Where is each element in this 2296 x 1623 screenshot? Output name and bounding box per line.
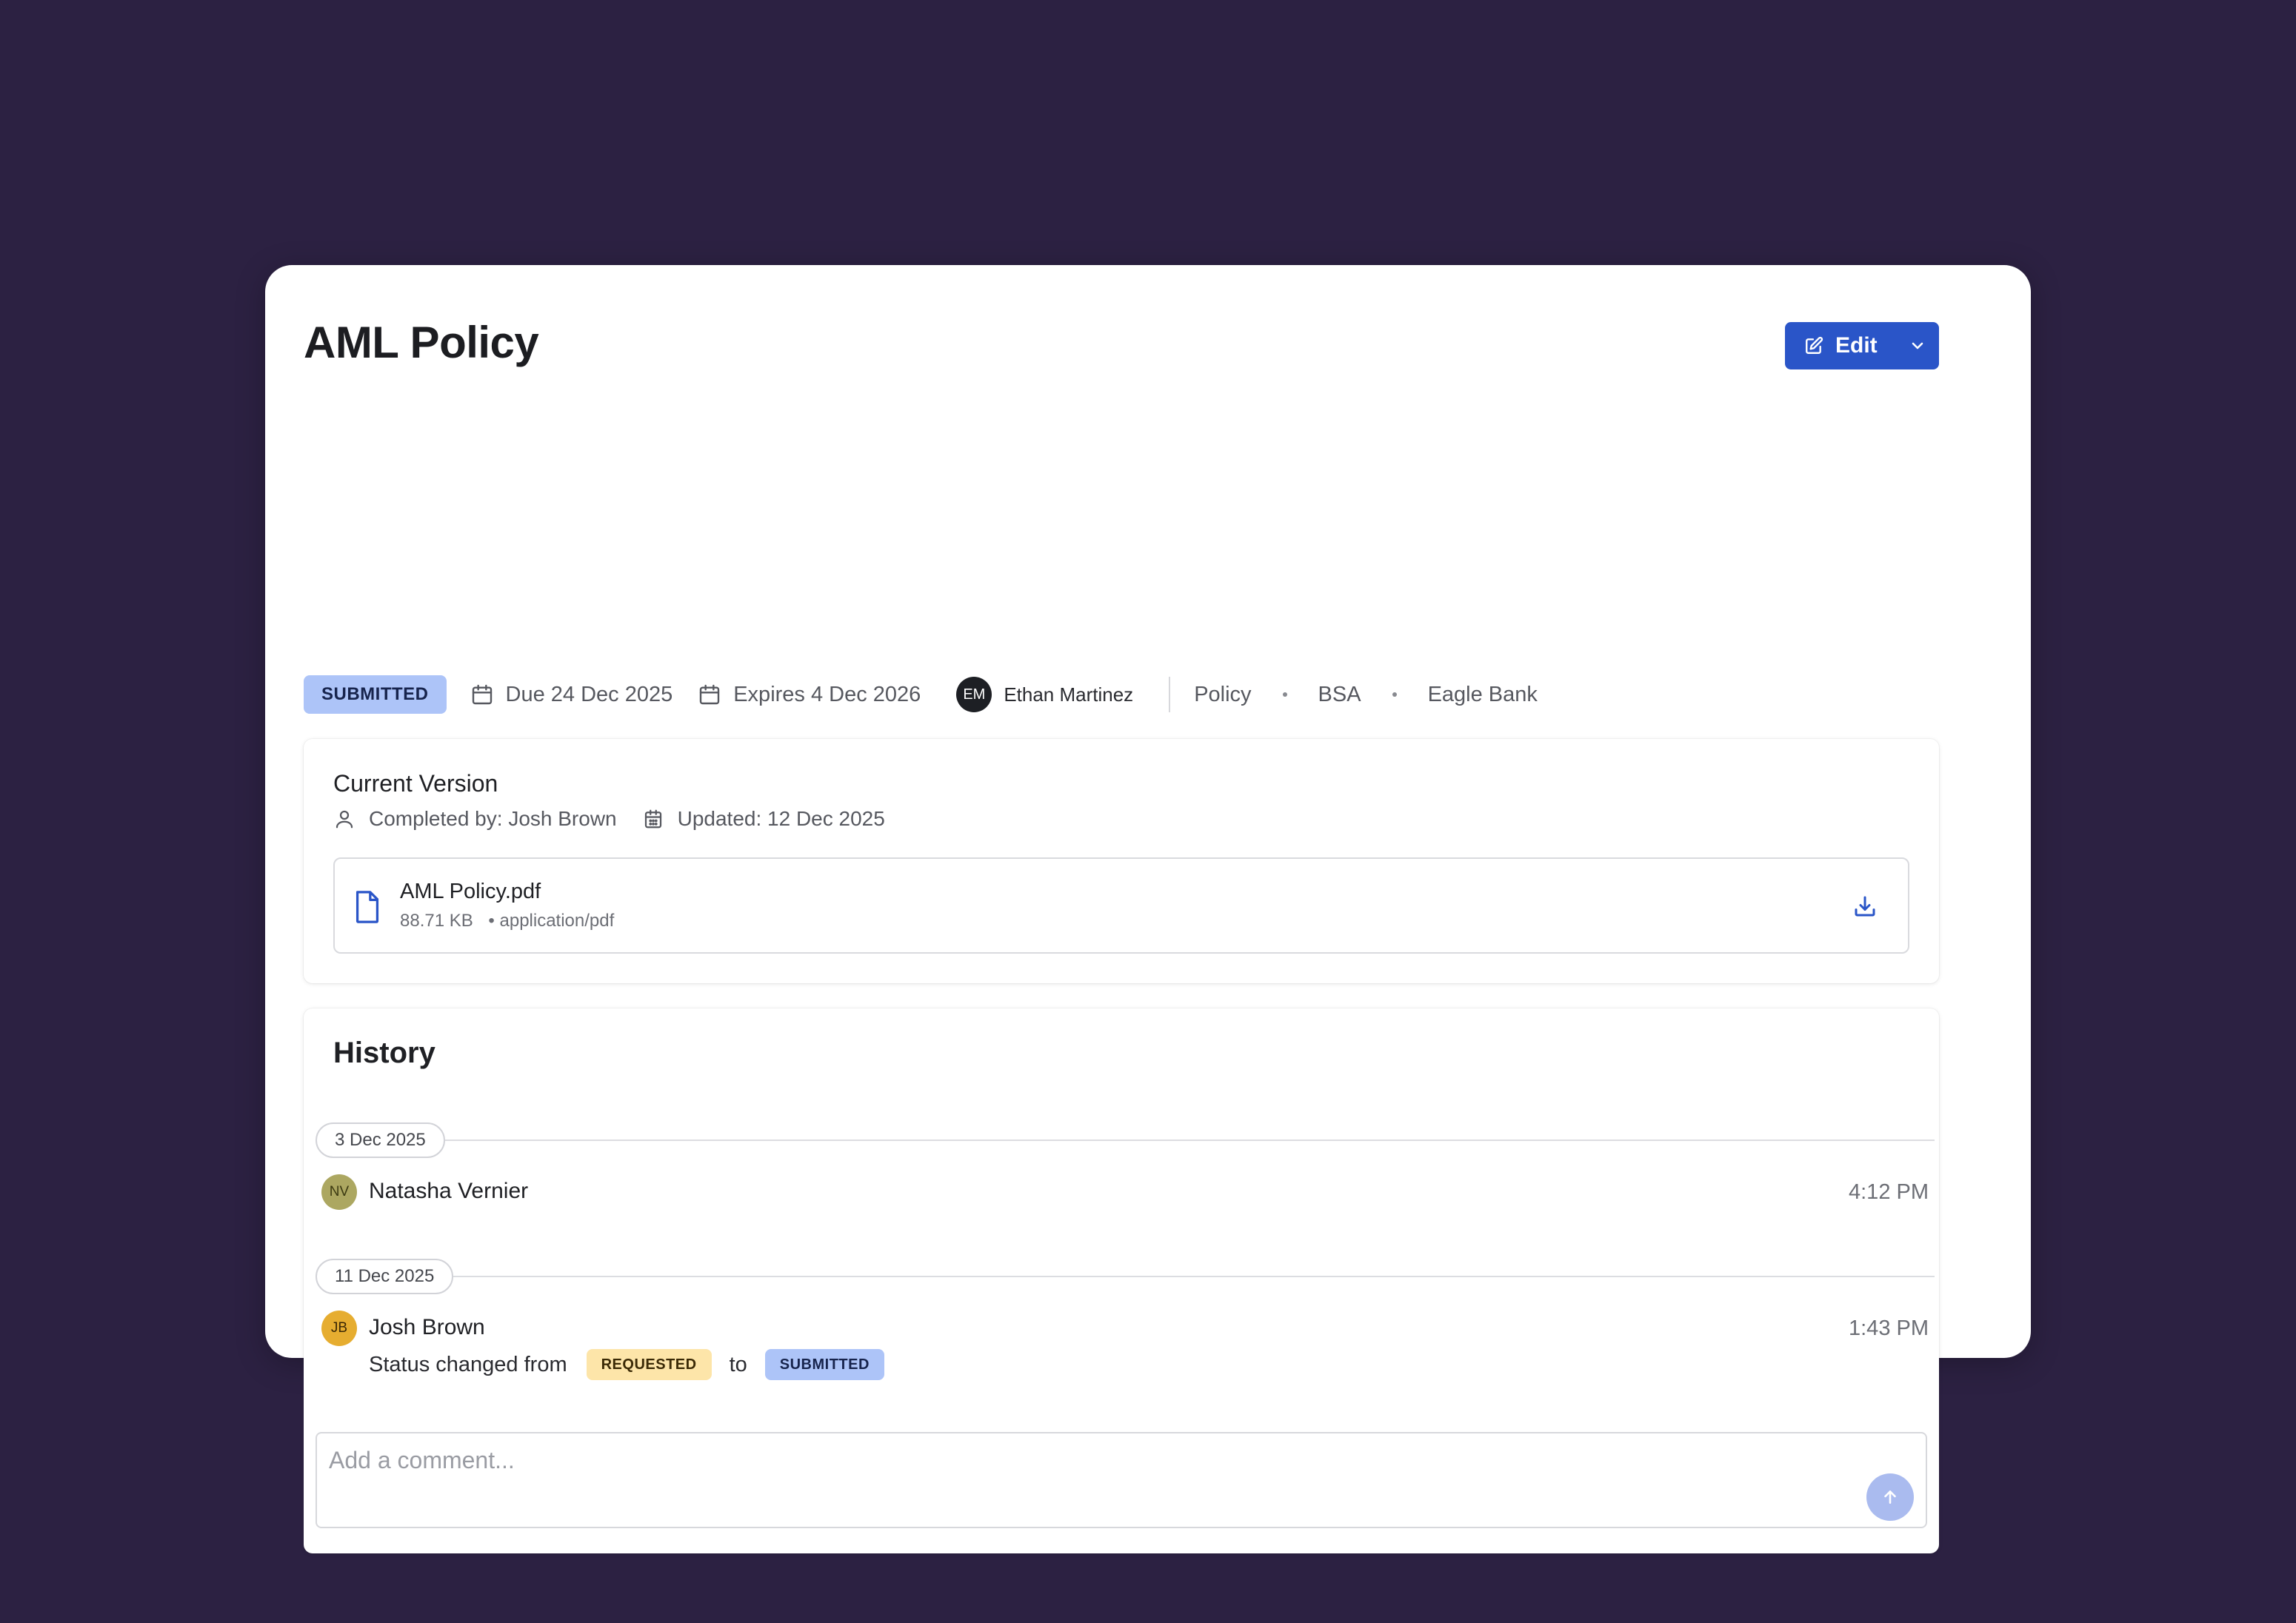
meta-row: SUBMITTED Due 24 Dec 2025 Expires 4 Dec … [304, 675, 1538, 714]
file-details: 88.71 KB • application/pdf [400, 911, 614, 931]
tag-category: Policy [1194, 682, 1252, 706]
page-title: AML Policy [304, 318, 539, 367]
divider [1169, 677, 1171, 712]
date-separator-line [316, 1276, 1935, 1277]
avatar: NV [321, 1174, 357, 1210]
status-badge-from: REQUESTED [586, 1349, 712, 1380]
due-date: Due 24 Dec 2025 [470, 683, 673, 707]
entry-time: 1:43 PM [1849, 1316, 1929, 1340]
completed-by: Completed by: Josh Brown [369, 807, 617, 830]
calendar-icon [472, 684, 492, 705]
edit-icon [1806, 336, 1823, 354]
separator-dot [1282, 692, 1287, 697]
entry-author: Josh Brown [369, 1315, 485, 1339]
entry-time: 4:12 PM [1849, 1180, 1929, 1204]
history-title: History [333, 1037, 435, 1069]
owner-name: Ethan Martinez [1004, 683, 1134, 706]
file-attachment[interactable]: AML Policy.pdf 88.71 KB • application/pd… [333, 857, 1909, 954]
comment-input[interactable] [329, 1444, 1810, 1476]
date-separator-line [316, 1140, 1935, 1141]
avatar: EM [956, 677, 992, 712]
entry-author: Natasha Vernier [369, 1179, 529, 1203]
file-name: AML Policy.pdf [400, 880, 541, 903]
expiry-date-text: Expires 4 Dec 2026 [733, 682, 921, 706]
separator-dot [1392, 692, 1397, 697]
status-change-prefix: Status changed from [369, 1352, 567, 1376]
file-type: • application/pdf [488, 911, 615, 931]
file-size: 88.71 KB [400, 911, 473, 931]
file-icon [356, 891, 379, 923]
status-badge-to: SUBMITTED [764, 1349, 884, 1380]
current-version-meta: Completed by: Josh Brown Updated: 12 Dec… [333, 807, 885, 831]
status-change-connector: to [729, 1352, 747, 1376]
comment-box [316, 1432, 1927, 1528]
status-change-description: Status changed from REQUESTED to SUBMITT… [369, 1349, 884, 1380]
edit-options-dropdown[interactable] [1896, 322, 1939, 369]
document-card: AML Policy Edit SUBMITTED Due 24 Dec 202… [265, 265, 2031, 1553]
send-comment-button[interactable] [1866, 1473, 1914, 1521]
expiry-date: Expires 4 Dec 2026 [698, 683, 921, 707]
chevron-down-icon [1912, 342, 1923, 349]
arrow-up-icon [1884, 1490, 1896, 1504]
updated-date: Updated: 12 Dec 2025 [677, 807, 885, 830]
tag-organization: Eagle Bank [1427, 682, 1538, 706]
edit-button[interactable]: Edit [1785, 322, 1896, 369]
history-panel: History 3 Dec 2025 NV Natasha Vernier 4:… [304, 1008, 1939, 1553]
calendar-grid-icon [644, 809, 661, 829]
user-icon [336, 810, 353, 829]
status-badge: SUBMITTED [304, 675, 447, 714]
calendar-icon [700, 684, 720, 705]
date-separator: 11 Dec 2025 [316, 1259, 1935, 1294]
owner[interactable]: EM Ethan Martinez [956, 677, 1133, 712]
date-pill: 3 Dec 2025 [316, 1122, 445, 1158]
avatar: JB [321, 1311, 357, 1346]
date-pill: 11 Dec 2025 [316, 1259, 454, 1294]
due-date-text: Due 24 Dec 2025 [505, 682, 673, 706]
edit-button-group: Edit [1785, 322, 1939, 369]
edit-button-label: Edit [1835, 333, 1878, 358]
download-icon[interactable] [1852, 893, 1878, 920]
current-version-panel: Current Version Completed by: Josh Brown… [304, 739, 1939, 983]
date-separator: 3 Dec 2025 [316, 1122, 1935, 1158]
tag-framework: BSA [1318, 682, 1361, 706]
current-version-title: Current Version [333, 770, 498, 797]
